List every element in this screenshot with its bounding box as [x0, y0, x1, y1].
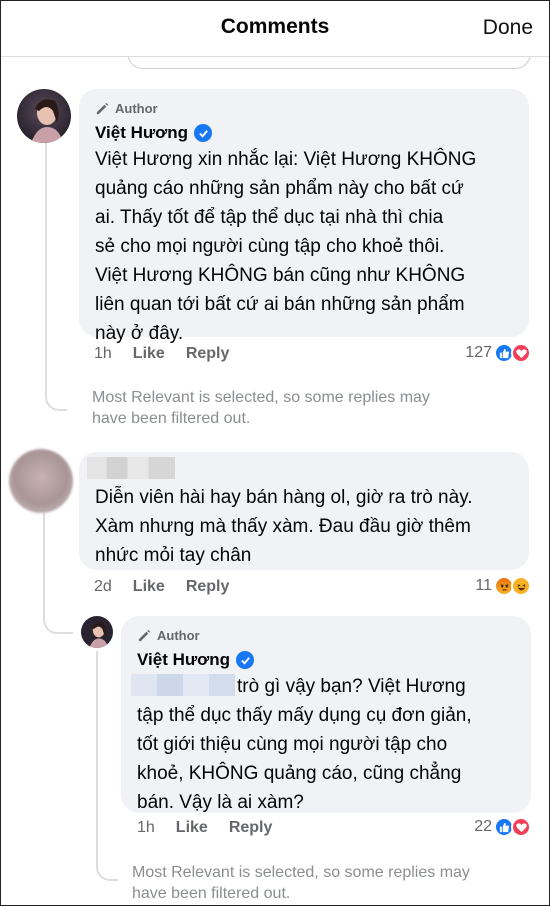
comment-text: trò gì vậy bạn? Việt Hương tập thể dục t…	[137, 676, 472, 813]
author-badge: Author	[137, 628, 200, 643]
avatar[interactable]	[81, 616, 113, 648]
reaction-summary[interactable]: 22	[474, 817, 531, 837]
pencil-icon	[96, 102, 109, 115]
filter-notice: Most Relevant is selected, so some repli…	[92, 389, 430, 427]
reply-button[interactable]: Reply	[229, 819, 273, 837]
verified-icon	[236, 651, 255, 669]
commenter-name-redacted	[87, 457, 175, 479]
thread-connector	[96, 859, 118, 881]
reaction-count: 127	[465, 344, 492, 361]
author-badge: Author	[95, 101, 158, 116]
thread-line	[96, 651, 98, 861]
like-button[interactable]: Like	[133, 345, 165, 363]
reply-button[interactable]: Reply	[186, 345, 230, 363]
reply-button[interactable]: Reply	[186, 578, 230, 596]
haha-icon	[511, 576, 531, 596]
like-button[interactable]: Like	[133, 578, 165, 596]
thread-connector	[45, 381, 67, 411]
love-icon	[511, 817, 531, 837]
filter-notice: Most Relevant is selected, so some repli…	[132, 864, 470, 902]
comment-actions: 1h Like Reply	[94, 345, 250, 363]
comment-text: Việt Hương xin nhắc lại: Việt Hương KHÔN…	[95, 149, 477, 344]
reaction-count: 11	[475, 577, 492, 594]
comment-bubble[interactable]: Author Việt Hương trò gì vậy bạn? Việt H…	[121, 616, 531, 813]
comment-time: 1h	[94, 345, 112, 362]
comment-text: Diễn viên hài hay bán hàng ol, giờ ra tr…	[95, 487, 473, 566]
commenter-name-row: Việt Hương	[95, 123, 213, 143]
pencil-icon	[138, 629, 151, 642]
avatar[interactable]	[17, 89, 71, 143]
verified-icon	[194, 124, 213, 142]
commenter-name[interactable]: Việt Hương	[95, 123, 188, 143]
love-icon	[511, 343, 531, 363]
thread-connector	[43, 606, 73, 634]
thread-line	[43, 513, 45, 608]
author-label: Author	[157, 628, 200, 643]
comment-bubble[interactable]: Diễn viên hài hay bán hàng ol, giờ ra tr…	[79, 452, 529, 570]
reaction-summary[interactable]: 11	[475, 576, 531, 596]
comment-actions: 2d Like Reply	[94, 578, 250, 596]
page-title: Comments	[220, 15, 330, 38]
comment-actions: 1h Like Reply	[137, 819, 293, 837]
comment-time: 2d	[94, 578, 112, 595]
done-button[interactable]: Done	[483, 16, 533, 40]
author-label: Author	[115, 101, 158, 116]
reaction-summary[interactable]: 127	[465, 343, 531, 363]
thread-line	[45, 143, 47, 383]
comments-header: Comments Done	[1, 1, 549, 57]
avatar[interactable]	[9, 449, 73, 513]
commenter-name-row: Việt Hương	[137, 650, 255, 670]
comment-time: 1h	[137, 819, 155, 836]
commenter-name[interactable]: Việt Hương	[137, 650, 230, 670]
like-button[interactable]: Like	[176, 819, 208, 837]
comment-bubble[interactable]: Author Việt Hương Việt Hương xin nhắc lạ…	[79, 89, 529, 344]
reaction-count: 22	[474, 818, 492, 835]
